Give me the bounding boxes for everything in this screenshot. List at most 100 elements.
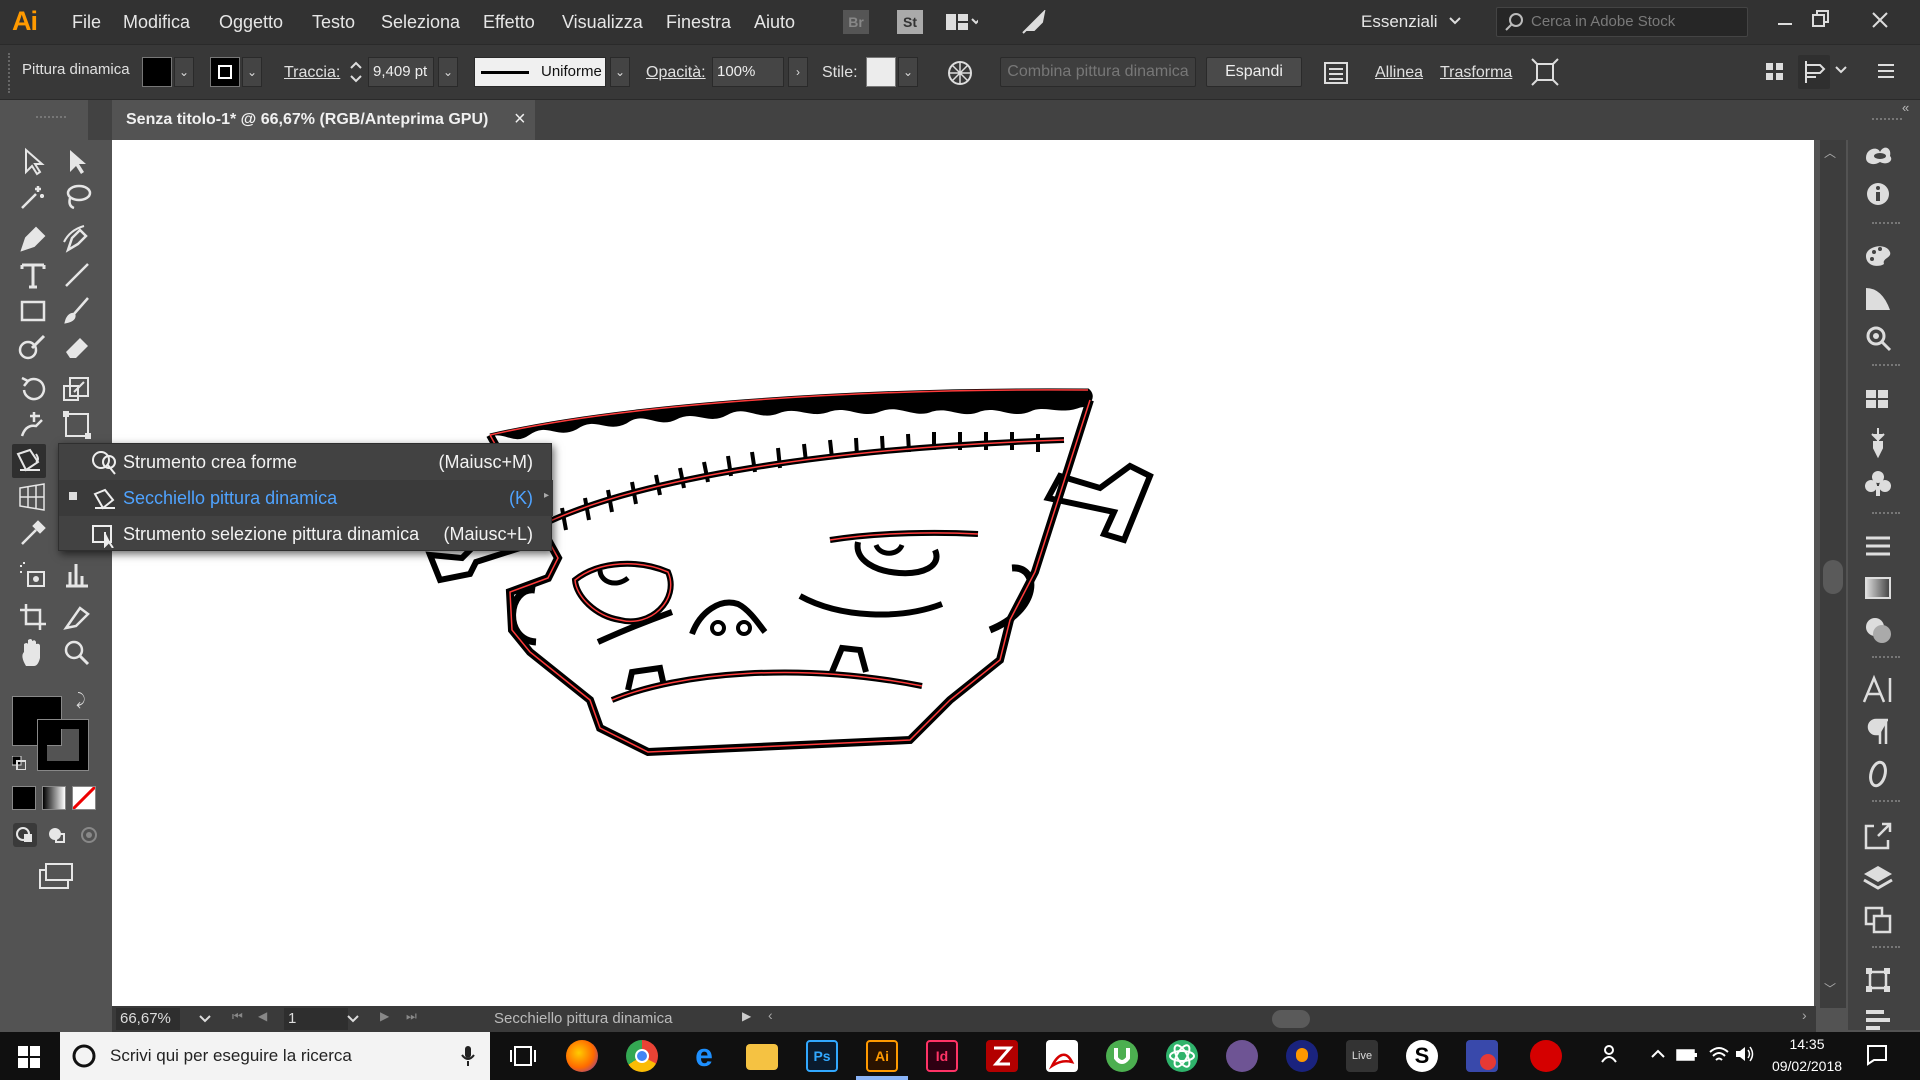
menu-testo[interactable]: Testo [312,12,355,33]
scroll-left-icon[interactable]: ‹ [768,1007,773,1023]
flyout-item-live-paint-bucket[interactable]: Secchiello pittura dinamica (K) ▸ [59,480,553,516]
alignment-mode-icon[interactable] [1798,55,1830,89]
pen-tool-icon[interactable] [16,222,50,256]
right-tooth[interactable] [829,644,869,674]
right-nostril[interactable] [736,620,752,636]
expand-panels-icon[interactable]: « [1902,100,1909,115]
artboards-panel-icon[interactable] [1860,902,1896,938]
transform-panel-icon[interactable] [1860,962,1896,998]
indesign-icon[interactable]: Id [926,1040,958,1072]
draw-normal-icon[interactable] [12,822,38,853]
firefox-icon[interactable] [566,1040,598,1072]
default-colors-icon[interactable] [11,755,27,771]
edge-icon[interactable]: e [688,1039,720,1072]
menu-finestra[interactable]: Finestra [666,12,731,33]
swatches-icon[interactable] [1860,382,1896,418]
right-cheek-line[interactable] [798,593,944,618]
free-transform-tool-icon[interactable] [60,408,94,442]
fill-swatch[interactable] [142,57,172,87]
artboard[interactable] [112,140,1814,1006]
isolate-group-icon[interactable] [1530,57,1560,92]
swap-colors-icon[interactable]: ⤸ [76,692,86,710]
scroll-down-icon[interactable]: ﹀ [1824,980,1836,997]
app-logo[interactable]: Ai [12,6,38,37]
taskbar-search-box[interactable]: Scrivi qui per eseguire la ricerca [60,1032,490,1080]
mouth[interactable] [610,669,923,703]
artboard-number-field[interactable]: 1 [284,1008,348,1030]
people-icon[interactable] [1600,1042,1624,1071]
symbols-icon[interactable] [1860,466,1896,502]
magic-wand-tool-icon[interactable] [16,180,50,214]
stroke-label[interactable]: Traccia: [284,64,340,82]
ableton-live-icon[interactable]: Live [1346,1040,1378,1072]
stroke-color-box[interactable] [37,719,89,771]
stroke-panel-icon[interactable] [1860,528,1896,564]
workspace-switcher[interactable]: Essenziali [1361,12,1438,32]
prev-artboard-icon[interactable]: ◀ [258,1009,267,1023]
type-tool-icon[interactable] [16,258,50,292]
character-icon[interactable] [1860,672,1896,708]
transform-link[interactable]: Trasforma [1440,64,1512,82]
stroke-swatch[interactable] [210,57,240,87]
direct-selection-tool-icon[interactable] [60,144,94,178]
illustrator-icon[interactable]: Ai [866,1040,898,1072]
wifi-icon[interactable] [1708,1044,1730,1069]
shaper-tool-icon[interactable] [16,330,50,364]
clock-date[interactable]: 09/02/2018 [1766,1058,1848,1074]
scroll-up-icon[interactable]: ︿ [1824,144,1836,161]
rotate-tool-icon[interactable] [16,372,50,406]
brushes-icon[interactable] [1860,424,1896,460]
stock-icon[interactable]: St [897,10,923,34]
bridge-icon[interactable]: Br [843,10,869,34]
appearance-icon[interactable] [1860,320,1896,356]
flyout-item-live-paint-selection[interactable]: Strumento selezione pittura dinamica (Ma… [59,516,553,552]
photoshop-icon[interactable]: Ps [806,1040,838,1072]
none-mode-button[interactable] [71,785,97,811]
perspective-grid-tool-icon[interactable] [16,480,50,514]
column-graph-tool-icon[interactable] [60,558,94,592]
stroke-stepper[interactable] [346,57,366,87]
export-asset-icon[interactable] [1860,818,1896,854]
color-guide-icon[interactable] [1860,280,1896,316]
restore-icon[interactable] [1810,8,1832,35]
red-app-icon[interactable] [1530,1040,1562,1072]
menu-visualizza[interactable]: Visualizza [562,12,643,33]
battery-icon[interactable] [1676,1048,1698,1067]
stroke-profile-dropdown[interactable]: ⌄ [610,57,630,87]
draw-behind-icon[interactable] [44,822,70,853]
chevron-down-icon[interactable] [1834,63,1848,82]
send-rocket-icon[interactable] [1020,8,1046,34]
flyout-item-shape-builder[interactable]: Strumento crea forme (Maiusc+M) [59,444,553,480]
warp-tool-icon[interactable] [16,408,50,442]
align-panel-icon[interactable] [1860,1004,1896,1030]
chevron-up-icon[interactable] [1650,1046,1666,1064]
curvature-tool-icon[interactable] [60,222,94,256]
opentype-icon[interactable] [1860,756,1896,792]
chevron-down-icon[interactable] [1448,14,1462,33]
line-segment-tool-icon[interactable] [60,258,94,292]
stroke-profile-select[interactable]: Uniforme [474,57,606,87]
color-mode-button[interactable] [12,786,36,810]
scale-tool-icon[interactable] [60,372,94,406]
opacity-arrow[interactable]: › [788,57,808,87]
align-link[interactable]: Allinea [1375,64,1423,82]
eyedropper-tool-icon[interactable] [16,516,50,550]
panel-menu-icon[interactable] [1876,61,1896,86]
close-tab-icon[interactable]: × [514,108,526,131]
menu-effetto[interactable]: Effetto [483,12,535,33]
paintbrush-tool-icon[interactable] [60,294,94,328]
document-setup-icon[interactable] [1322,59,1350,92]
clock-time[interactable]: 14:35 [1772,1036,1842,1052]
color-palette-icon[interactable] [1860,236,1896,272]
selection-tool-icon[interactable] [16,144,50,178]
horizontal-scroll-thumb[interactable] [1272,1010,1310,1028]
close-icon[interactable] [1870,10,1890,35]
stroke-color-dropdown[interactable]: ⌄ [242,57,262,87]
rectangle-tool-icon[interactable] [16,294,50,328]
menu-oggetto[interactable]: Oggetto [219,12,283,33]
document-tab[interactable]: Senza titolo-1* @ 66,67% (RGB/Anteprima … [112,100,535,140]
live-paint-bucket-tool-icon[interactable] [12,444,46,478]
layers-icon[interactable] [1860,860,1896,896]
notifications-icon[interactable] [1866,1044,1888,1071]
menu-seleziona[interactable]: Seleziona [381,12,460,33]
